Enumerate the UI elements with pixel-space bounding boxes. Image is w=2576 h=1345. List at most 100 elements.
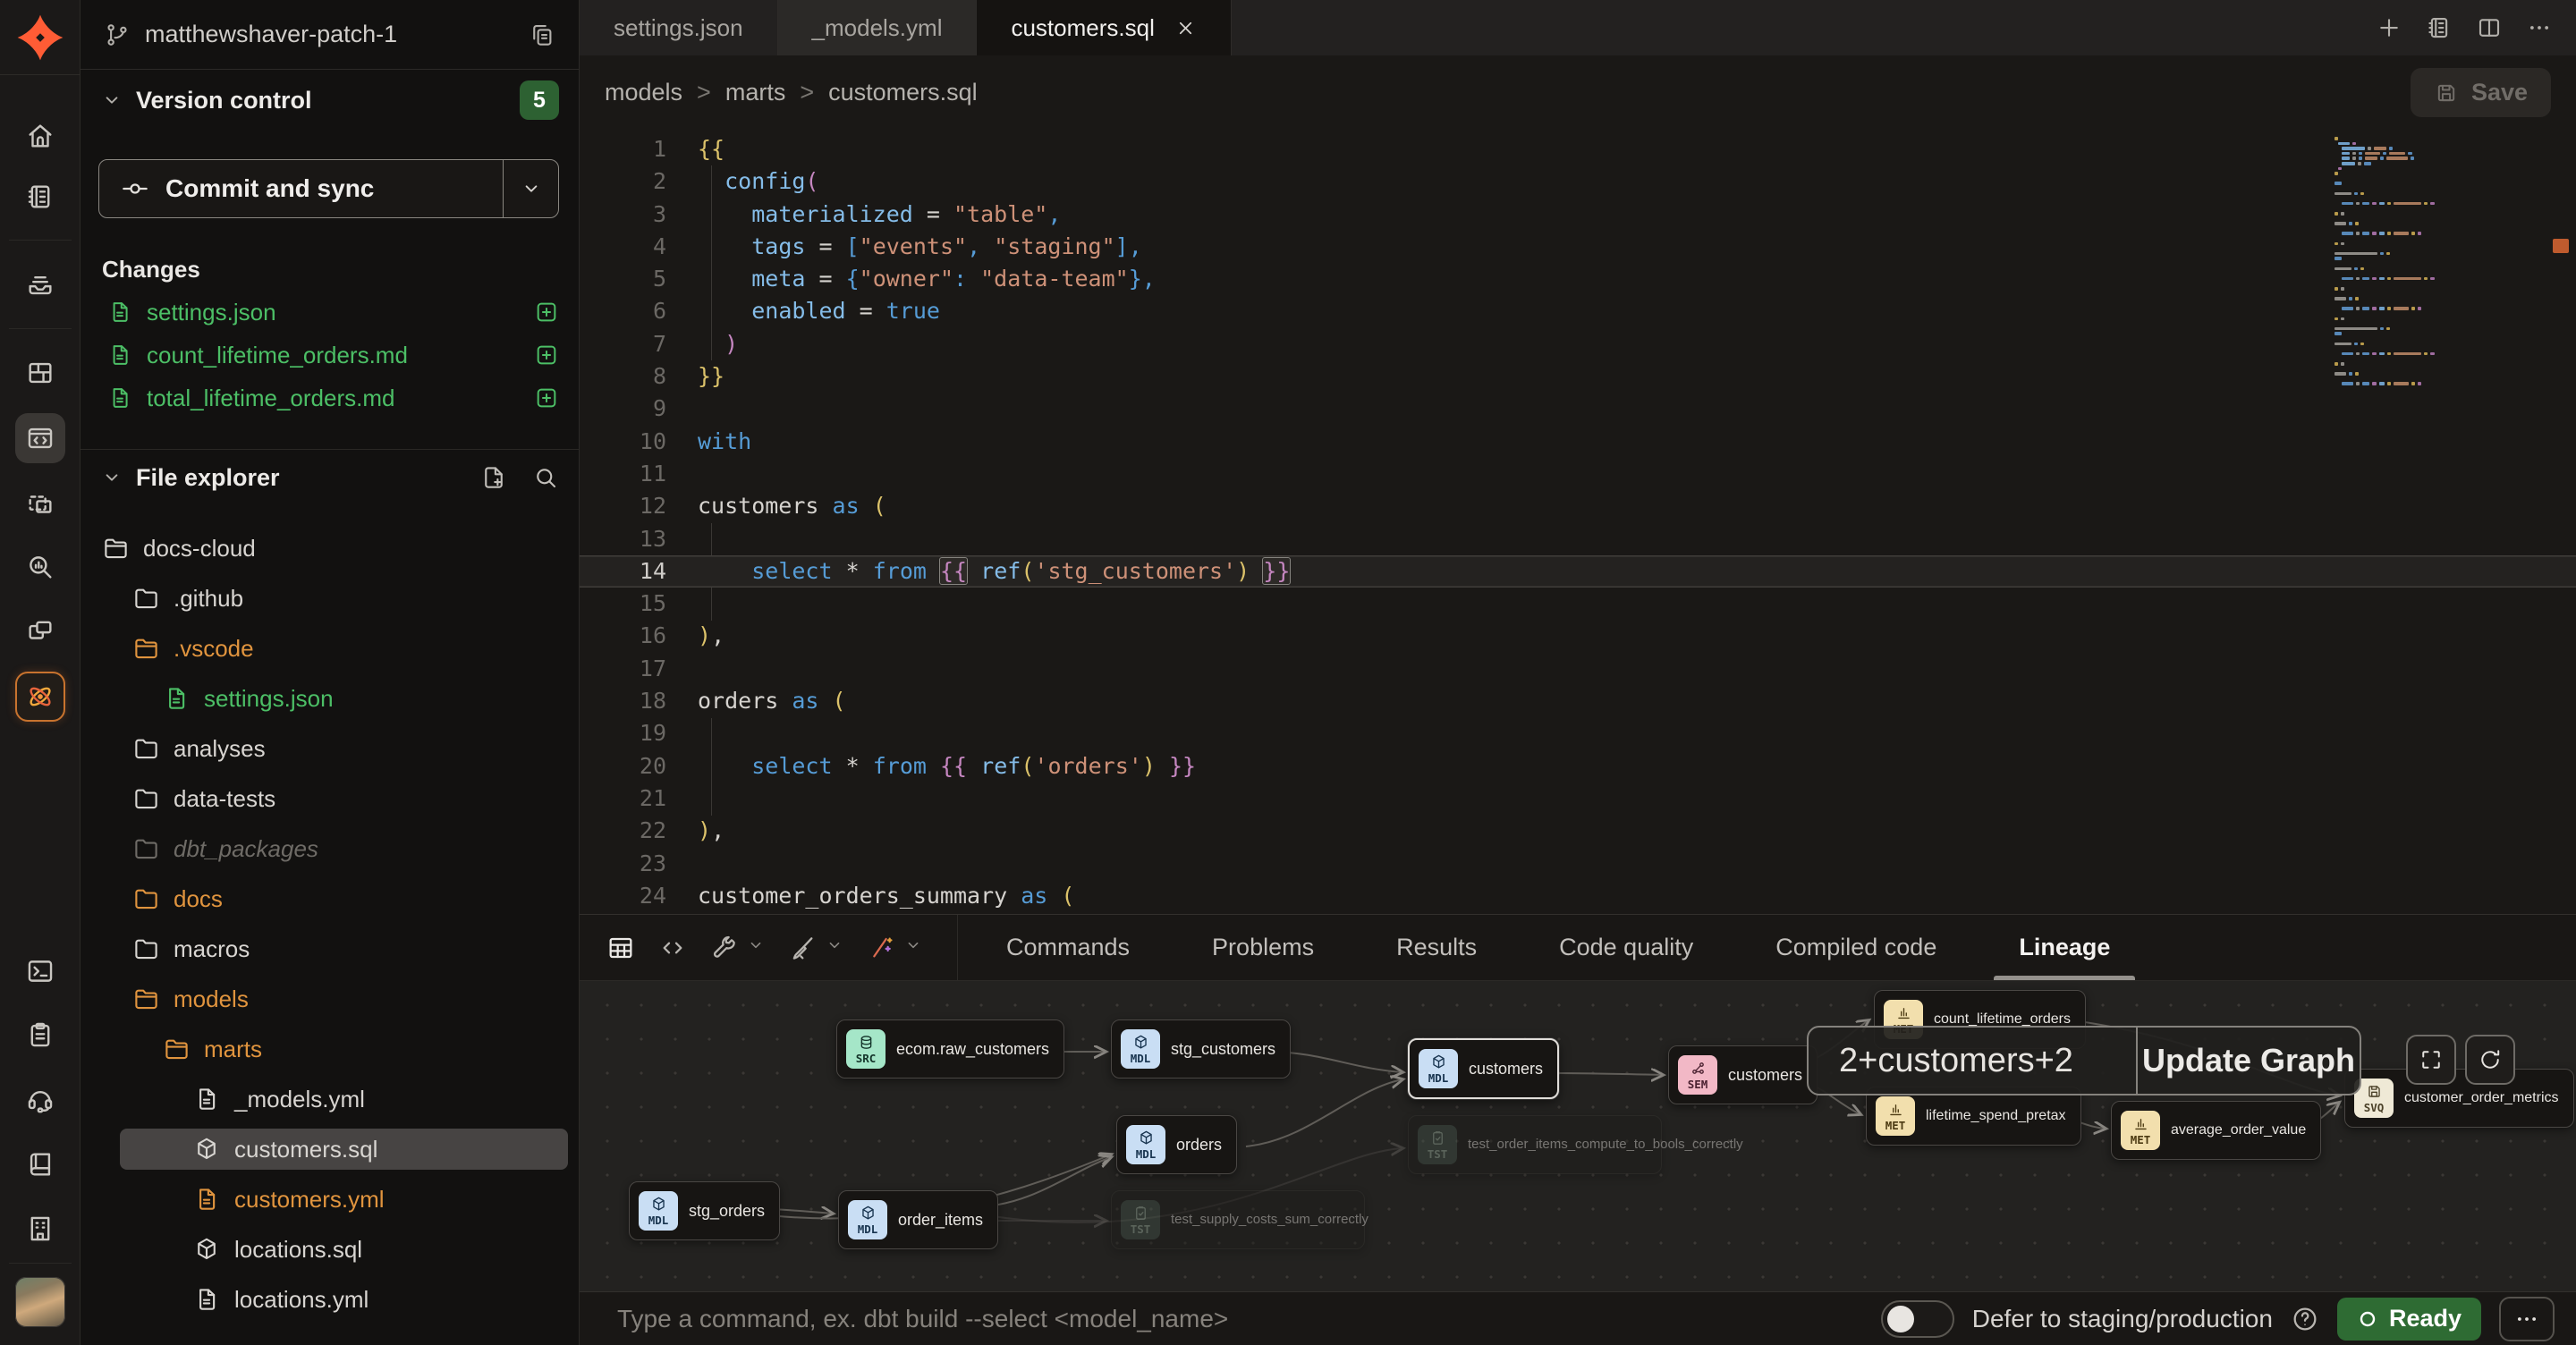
- panel-tool-results-table[interactable]: [606, 934, 635, 962]
- save-button[interactable]: Save: [2411, 68, 2551, 117]
- code-line-3[interactable]: 3 materialized = "table",: [580, 199, 2576, 231]
- rail-notebook[interactable]: [15, 172, 65, 222]
- changed-file-row[interactable]: total_lifetime_orders.md: [80, 376, 579, 419]
- stage-add-icon[interactable]: [534, 300, 559, 325]
- code-line-14[interactable]: 14 select * from {{ ref('stg_customers')…: [580, 555, 2576, 588]
- code-line-5[interactable]: 5 meta = {"owner": "data-team"},: [580, 263, 2576, 295]
- code-line-12[interactable]: 12customers as (: [580, 490, 2576, 522]
- code-line-4[interactable]: 4 tags = ["events", "staging"],: [580, 231, 2576, 263]
- rail-apps[interactable]: [15, 605, 65, 656]
- code-line-21[interactable]: 21: [580, 782, 2576, 815]
- version-control-header[interactable]: Version control 5: [80, 75, 579, 125]
- rail-dashboards[interactable]: [15, 348, 65, 398]
- file-explorer-header[interactable]: File explorer: [80, 454, 579, 501]
- code-line-11[interactable]: 11: [580, 458, 2576, 490]
- new-tab-icon[interactable]: [2376, 14, 2402, 41]
- outline-icon[interactable]: [2426, 14, 2453, 41]
- command-bar[interactable]: Type a command, ex. dbt build --select <…: [580, 1291, 2576, 1345]
- panel-tool-code-view[interactable]: [658, 934, 687, 962]
- code-line-7[interactable]: 7 ): [580, 328, 2576, 360]
- user-avatar[interactable]: [15, 1277, 65, 1327]
- tree-item-_models.yml[interactable]: _models.yml: [80, 1074, 579, 1124]
- code-line-20[interactable]: 20 select * from {{ ref('orders') }}: [580, 750, 2576, 782]
- lineage-node-orders[interactable]: MDL orders: [1116, 1115, 1237, 1174]
- tree-item-docs[interactable]: docs: [80, 874, 579, 924]
- panel-tool-build-tools[interactable]: [710, 934, 766, 962]
- defer-toggle[interactable]: [1881, 1300, 1954, 1338]
- dbt-logo[interactable]: [0, 0, 80, 75]
- update-graph-button[interactable]: Update Graph: [2138, 1028, 2360, 1094]
- lineage-node-test_supply_costs_sum_correctly[interactable]: TST test_supply_costs_sum_correctly: [1111, 1190, 1365, 1249]
- panel-tool-cleanup[interactable]: [789, 934, 844, 962]
- tree-item-data-tests[interactable]: data-tests: [80, 774, 579, 824]
- panel-tab-Compiled code[interactable]: Compiled code: [1734, 915, 1978, 980]
- code-line-24[interactable]: 24customer_orders_summary as (: [580, 880, 2576, 912]
- lineage-canvas[interactable]: SRC ecom.raw_customers MDL stg_customers…: [580, 981, 2576, 1292]
- lineage-node-customers[interactable]: MDL customers: [1408, 1038, 1559, 1099]
- code-line-1[interactable]: 1{{: [580, 133, 2576, 165]
- code-line-13[interactable]: 13: [580, 523, 2576, 555]
- tree-item-settings.json[interactable]: settings.json: [80, 673, 579, 723]
- tree-item-dbt_packages[interactable]: dbt_packages: [80, 824, 579, 874]
- refresh-graph-button[interactable]: [2465, 1035, 2515, 1085]
- branch-selector[interactable]: matthewshaver-patch-1: [80, 0, 579, 70]
- code-line-18[interactable]: 18orders as (: [580, 685, 2576, 717]
- rail-inbox[interactable]: [15, 259, 65, 309]
- help-icon[interactable]: [2291, 1305, 2319, 1333]
- command-input-placeholder[interactable]: Type a command, ex. dbt build --select <…: [617, 1305, 1228, 1333]
- code-line-6[interactable]: 6 enabled = true: [580, 295, 2576, 327]
- new-file-icon[interactable]: [480, 464, 507, 491]
- breadcrumb-item[interactable]: models: [605, 79, 682, 106]
- rail-code-editor[interactable]: [15, 413, 65, 463]
- lineage-node-order_items[interactable]: MDL order_items: [838, 1190, 998, 1249]
- code-line-23[interactable]: 23: [580, 848, 2576, 880]
- rail-canvas[interactable]: [15, 479, 65, 529]
- rail-support[interactable]: [15, 1074, 65, 1124]
- tree-item-docs-cloud[interactable]: docs-cloud: [80, 523, 579, 573]
- code-editor[interactable]: 1{{2 config(3 materialized = "table",4 t…: [580, 130, 2576, 914]
- code-line-16[interactable]: 16),: [580, 620, 2576, 652]
- commit-options-caret[interactable]: [503, 160, 558, 217]
- code-line-10[interactable]: 10with: [580, 426, 2576, 458]
- fullscreen-button[interactable]: [2406, 1035, 2456, 1085]
- panel-tab-Lineage[interactable]: Lineage: [1978, 915, 2151, 980]
- code-line-15[interactable]: 15: [580, 588, 2576, 620]
- tree-item-customers.yml[interactable]: customers.yml: [80, 1174, 579, 1224]
- search-icon[interactable]: [532, 464, 559, 491]
- tree-item-models[interactable]: models: [80, 974, 579, 1024]
- lineage-node-test_order_items_compute_to_bools_correctly[interactable]: TST test_order_items_compute_to_bools_co…: [1408, 1115, 1662, 1174]
- tree-item-customers.sql[interactable]: customers.sql: [80, 1124, 579, 1174]
- panel-tool-ai-fix[interactable]: [868, 934, 923, 962]
- tree-item-analyses[interactable]: analyses: [80, 723, 579, 774]
- code-line-8[interactable]: 8}}: [580, 360, 2576, 393]
- stage-add-icon[interactable]: [534, 385, 559, 410]
- rail-organization[interactable]: [15, 1204, 65, 1254]
- panel-tab-Commands[interactable]: Commands: [965, 915, 1171, 980]
- code-line-22[interactable]: 22),: [580, 815, 2576, 847]
- lineage-node-stg_customers[interactable]: MDL stg_customers: [1111, 1019, 1291, 1079]
- command-more-button[interactable]: [2499, 1297, 2555, 1341]
- lineage-node-average_order_value[interactable]: MET average_order_value: [2111, 1101, 2321, 1160]
- panel-tab-Results[interactable]: Results: [1355, 915, 1518, 980]
- tab-customers.sql[interactable]: customers.sql: [977, 0, 1231, 55]
- rail-documentation[interactable]: [15, 1139, 65, 1189]
- code-line-9[interactable]: 9: [580, 393, 2576, 425]
- tree-item-.vscode[interactable]: .vscode: [80, 623, 579, 673]
- rail-terminal[interactable]: [15, 946, 65, 996]
- editor-more-icon[interactable]: [2526, 14, 2553, 41]
- tree-item-locations.sql[interactable]: locations.sql: [80, 1224, 579, 1274]
- tree-item-.github[interactable]: .github: [80, 573, 579, 623]
- changed-file-row[interactable]: settings.json: [80, 291, 579, 334]
- rail-home[interactable]: [15, 111, 65, 161]
- lineage-node-ecom.raw_customers[interactable]: SRC ecom.raw_customers: [836, 1019, 1064, 1079]
- tree-item-macros[interactable]: macros: [80, 924, 579, 974]
- commit-and-sync-button[interactable]: Commit and sync: [98, 159, 559, 218]
- breadcrumb-item[interactable]: customers.sql: [828, 79, 978, 106]
- stage-add-icon[interactable]: [534, 343, 559, 368]
- lineage-node-customers[interactable]: SEM customers: [1668, 1045, 1818, 1104]
- tab-_models.yml[interactable]: _models.yml: [778, 0, 978, 55]
- lineage-selector-input[interactable]: 2+customers+2: [1809, 1028, 2136, 1094]
- code-line-19[interactable]: 19: [580, 717, 2576, 749]
- tab-settings.json[interactable]: settings.json: [580, 0, 778, 55]
- rail-ai-assistant[interactable]: [15, 672, 65, 722]
